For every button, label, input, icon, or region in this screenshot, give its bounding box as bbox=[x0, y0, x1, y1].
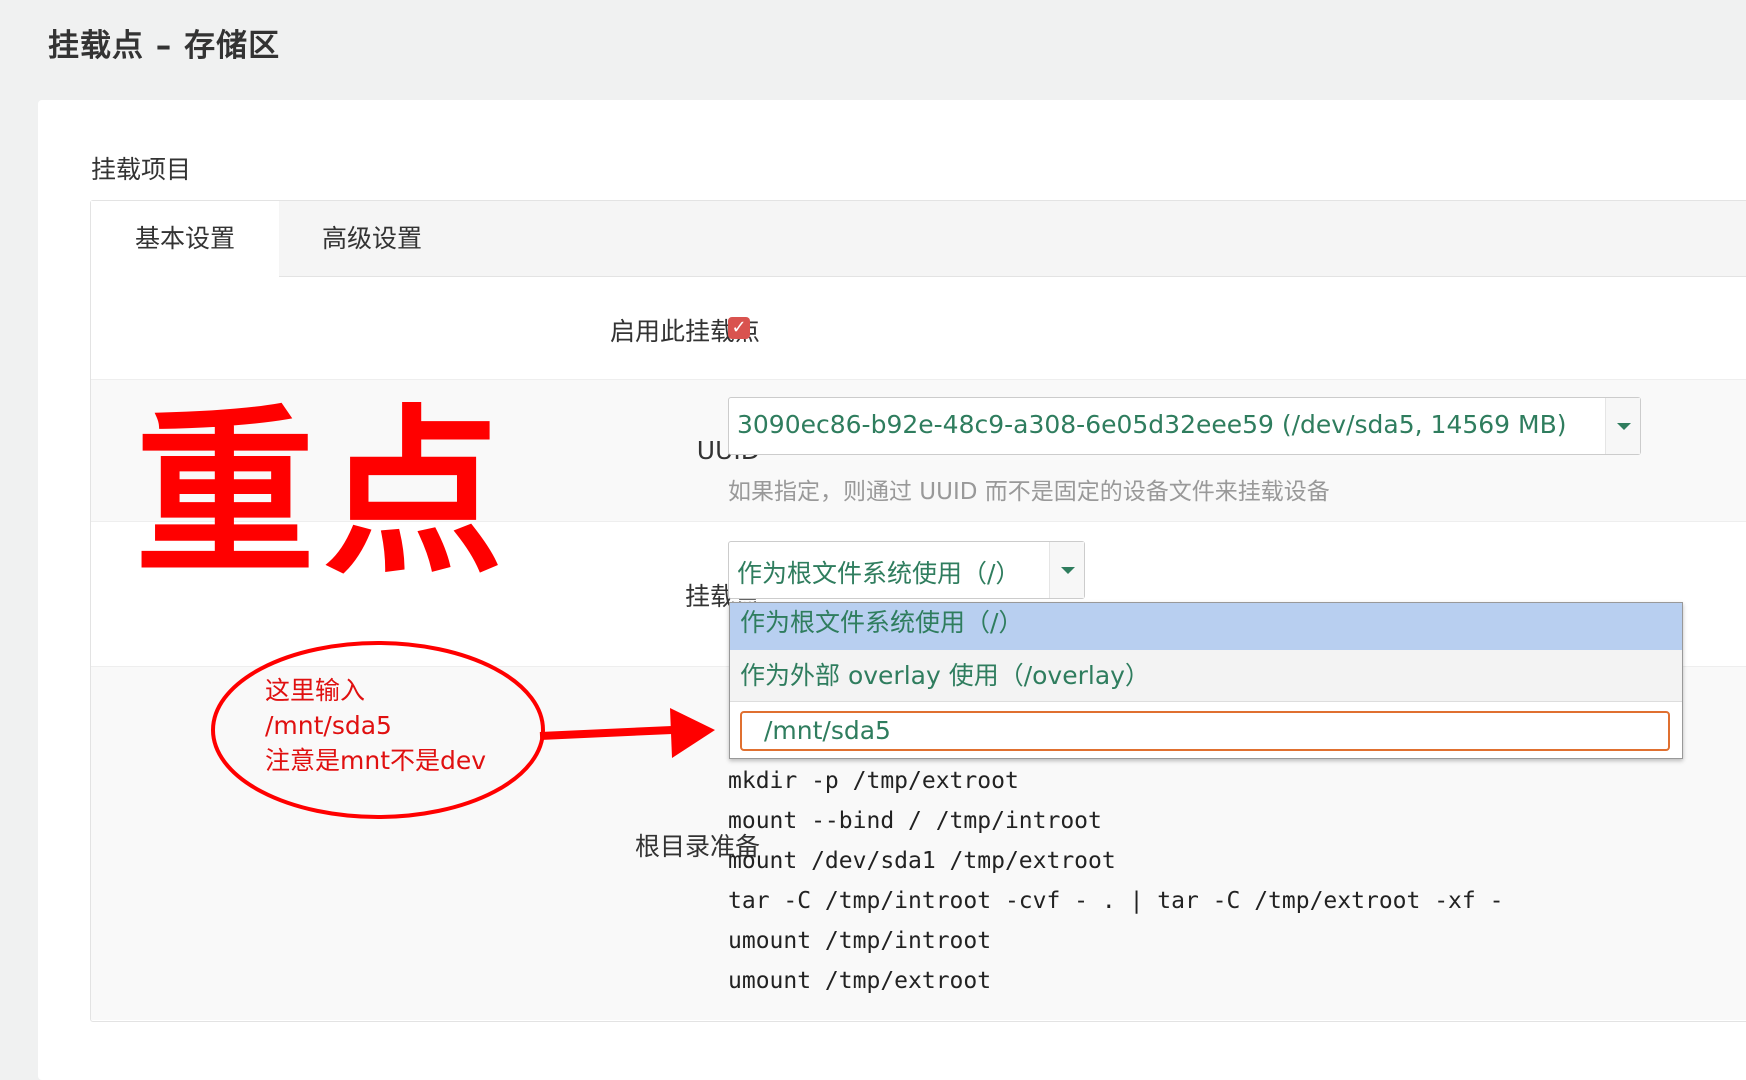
annotation-note-line: /mnt/sda5 bbox=[265, 711, 392, 740]
annotation-note: 这里输入 /mnt/sda5 注意是mnt不是dev bbox=[265, 673, 486, 778]
annotation-arrow-shaft bbox=[539, 726, 673, 740]
annotation-note-line: 这里输入 bbox=[265, 676, 366, 705]
arrow-right-icon bbox=[670, 708, 715, 758]
annotation-overlay bbox=[211, 641, 715, 819]
annotation-note-line: 注意是mnt不是dev bbox=[265, 746, 487, 775]
